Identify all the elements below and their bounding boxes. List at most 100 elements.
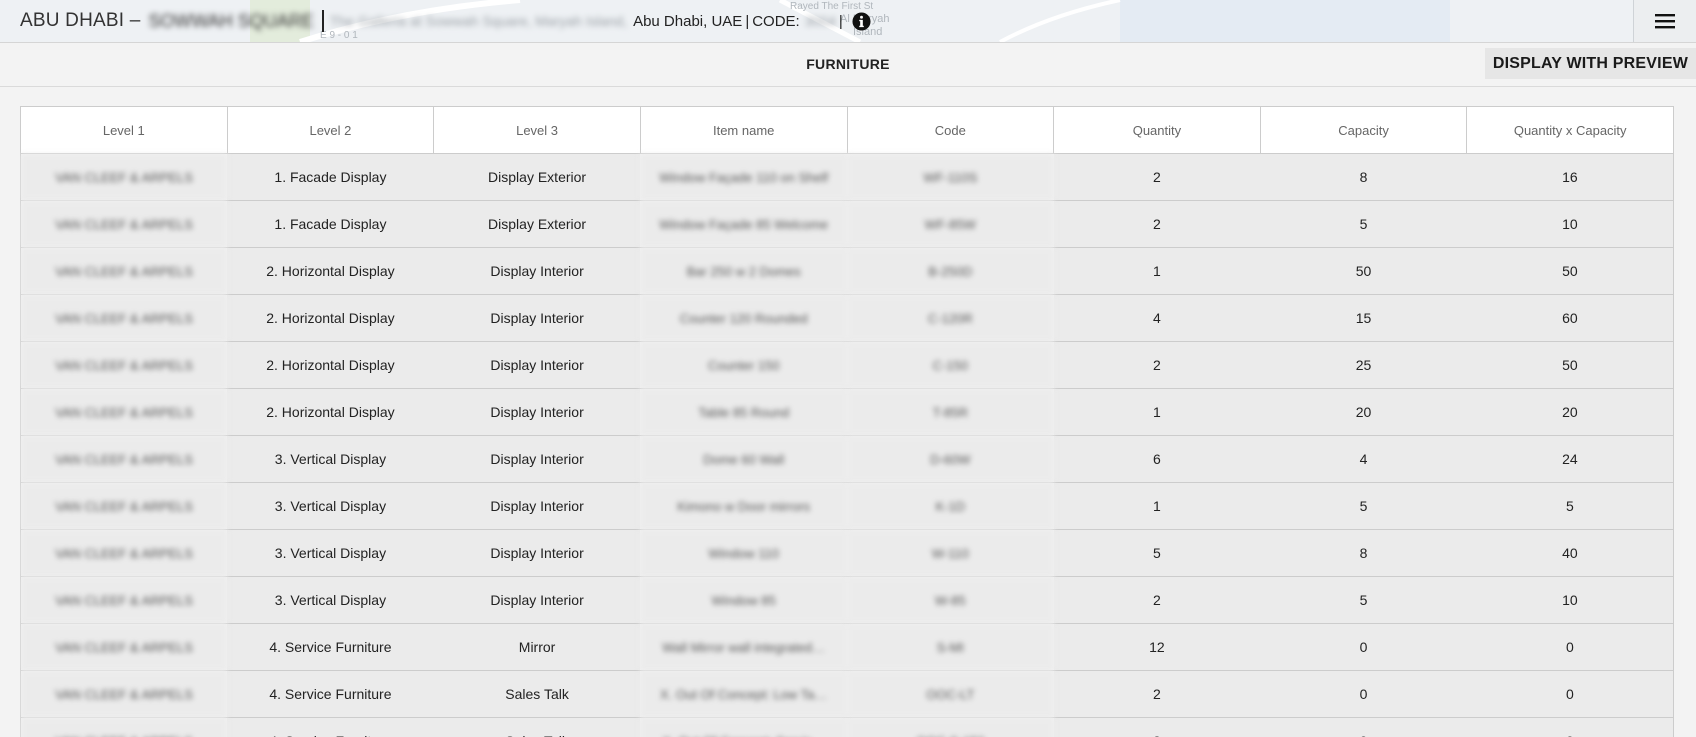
store-info: ABU DHABI – SOWWAH SQUARE The Galleria a… <box>20 0 871 42</box>
divider: | <box>745 12 750 30</box>
cell-level-3: Display Exterior <box>433 200 641 248</box>
table-row[interactable]: VAN CLEEF & ARPELS 3. Vertical Display D… <box>20 576 1674 624</box>
cell-level-1: VAN CLEEF & ARPELS <box>20 341 228 389</box>
cell-level-3: Display Interior <box>433 482 641 530</box>
cell-level-2: 2. Horizontal Display <box>227 247 434 295</box>
cell-quantity: 2 <box>1053 576 1261 624</box>
cell-capacity: 5 <box>1260 200 1467 248</box>
hamburger-menu-icon <box>1655 14 1675 29</box>
cell-total: 20 <box>1466 388 1674 436</box>
table-row[interactable]: VAN CLEEF & ARPELS 1. Facade Display Dis… <box>20 200 1674 248</box>
cell-item-name: Table 85 Round <box>640 388 847 436</box>
cell-level-1: VAN CLEEF & ARPELS <box>20 200 228 248</box>
table-row[interactable]: VAN CLEEF & ARPELS 2. Horizontal Display… <box>20 388 1674 436</box>
cell-code: WF-110S <box>847 153 1054 201</box>
cell-item-name: Window 110 <box>640 529 847 577</box>
info-circle-icon[interactable] <box>852 11 871 31</box>
column-header-level-3[interactable]: Level 3 <box>433 106 641 154</box>
cell-code: C-150 <box>847 341 1054 389</box>
cell-capacity: 4 <box>1260 435 1467 483</box>
cell-capacity: 20 <box>1260 388 1467 436</box>
cell-code: WF-85W <box>847 200 1054 248</box>
city-country: Abu Dhabi, UAE <box>633 12 743 30</box>
cell-quantity: 2 <box>1053 717 1261 737</box>
cell-level-3: Sales Talk <box>433 717 641 737</box>
cell-level-2: 2. Horizontal Display <box>227 388 434 436</box>
cell-level-3: Display Interior <box>433 576 641 624</box>
cell-level-1: VAN CLEEF & ARPELS <box>20 388 228 436</box>
cell-quantity: 2 <box>1053 670 1261 718</box>
column-header-quantity-x-capacity[interactable]: Quantity x Capacity <box>1466 106 1674 154</box>
cell-level-1: VAN CLEEF & ARPELS <box>20 435 228 483</box>
table-row[interactable]: VAN CLEEF & ARPELS 4. Service Furniture … <box>20 717 1674 737</box>
cell-level-2: 3. Vertical Display <box>227 576 434 624</box>
cell-capacity: 8 <box>1260 529 1467 577</box>
table-row[interactable]: VAN CLEEF & ARPELS 2. Horizontal Display… <box>20 294 1674 342</box>
cell-level-3: Sales Talk <box>433 670 641 718</box>
cell-item-name: Window Façade 85 Welcome <box>640 200 847 248</box>
table-row[interactable]: VAN CLEEF & ARPELS 4. Service Furniture … <box>20 670 1674 718</box>
cell-level-1: VAN CLEEF & ARPELS <box>20 670 228 718</box>
table-row[interactable]: VAN CLEEF & ARPELS 1. Facade Display Dis… <box>20 153 1674 201</box>
table-row[interactable]: VAN CLEEF & ARPELS 2. Horizontal Display… <box>20 341 1674 389</box>
display-with-preview-button[interactable]: DISPLAY WITH PREVIEW <box>1484 48 1696 79</box>
cell-level-2: 2. Horizontal Display <box>227 294 434 342</box>
top-bar: Rayed The First St Al Maryah Island E 9 … <box>0 0 1696 43</box>
cell-level-2: 4. Service Furniture <box>227 670 434 718</box>
cell-level-3: Display Interior <box>433 247 641 295</box>
column-header-quantity[interactable]: Quantity <box>1053 106 1261 154</box>
cell-capacity: 25 <box>1260 341 1467 389</box>
cell-quantity: 4 <box>1053 294 1261 342</box>
city-name: ABU DHABI – <box>20 10 141 31</box>
cell-total: 0 <box>1466 623 1674 671</box>
cell-capacity: 50 <box>1260 247 1467 295</box>
cell-level-3: Display Interior <box>433 388 641 436</box>
cell-code: B-250D <box>847 247 1054 295</box>
column-header-level-1[interactable]: Level 1 <box>20 106 228 154</box>
table-row[interactable]: VAN CLEEF & ARPELS 4. Service Furniture … <box>20 623 1674 671</box>
cell-code: C-120R <box>847 294 1054 342</box>
cell-level-2: 3. Vertical Display <box>227 435 434 483</box>
cell-total: 10 <box>1466 576 1674 624</box>
store-code: 3004 <box>804 13 836 29</box>
cell-item-name: X. Out Of Concept: Low Ta… <box>640 670 847 718</box>
cell-capacity: 5 <box>1260 482 1467 530</box>
cell-code: OOC-LT <box>847 670 1054 718</box>
cell-total: 24 <box>1466 435 1674 483</box>
column-header-code[interactable]: Code <box>846 106 1055 154</box>
cell-quantity: 12 <box>1053 623 1261 671</box>
table-row[interactable]: VAN CLEEF & ARPELS 2. Horizontal Display… <box>20 247 1674 295</box>
cell-total: 50 <box>1466 341 1674 389</box>
cell-item-name: X. Out Of Concept: Servic… <box>640 717 847 737</box>
column-header-level-2[interactable]: Level 2 <box>226 106 435 154</box>
cell-quantity: 1 <box>1053 388 1261 436</box>
cell-code: S-MI <box>847 623 1054 671</box>
column-header-item-name[interactable]: Item name <box>639 106 848 154</box>
cell-quantity: 2 <box>1053 153 1261 201</box>
column-header-capacity[interactable]: Capacity <box>1259 106 1468 154</box>
cell-quantity: 5 <box>1053 529 1261 577</box>
cell-item-name: Wall Mirror wall integrated… <box>640 623 847 671</box>
cell-capacity: 5 <box>1260 576 1467 624</box>
cell-capacity: 0 <box>1260 717 1467 737</box>
cell-quantity: 2 <box>1053 200 1261 248</box>
table-row[interactable]: VAN CLEEF & ARPELS 3. Vertical Display D… <box>20 482 1674 530</box>
cell-level-1: VAN CLEEF & ARPELS <box>20 576 228 624</box>
furniture-table-container: Level 1 Level 2 Level 3 Item name Code Q… <box>20 106 1674 737</box>
cell-item-name: Window 85 <box>640 576 847 624</box>
menu-button[interactable] <box>1633 0 1696 42</box>
cell-level-2: 2. Horizontal Display <box>227 341 434 389</box>
cell-item-name: Kimono w Door mirrors <box>640 482 847 530</box>
cell-level-3: Display Interior <box>433 341 641 389</box>
cell-capacity: 8 <box>1260 153 1467 201</box>
cell-total: 16 <box>1466 153 1674 201</box>
page-title: FURNITURE <box>806 56 890 72</box>
table-header-row: Level 1 Level 2 Level 3 Item name Code Q… <box>20 106 1674 154</box>
table-row[interactable]: VAN CLEEF & ARPELS 3. Vertical Display D… <box>20 529 1674 577</box>
cell-level-3: Display Interior <box>433 529 641 577</box>
divider <box>321 10 324 32</box>
cell-quantity: 1 <box>1053 482 1261 530</box>
store-name: SOWWAH SQUARE <box>148 10 314 31</box>
cell-level-2: 3. Vertical Display <box>227 529 434 577</box>
table-row[interactable]: VAN CLEEF & ARPELS 3. Vertical Display D… <box>20 435 1674 483</box>
